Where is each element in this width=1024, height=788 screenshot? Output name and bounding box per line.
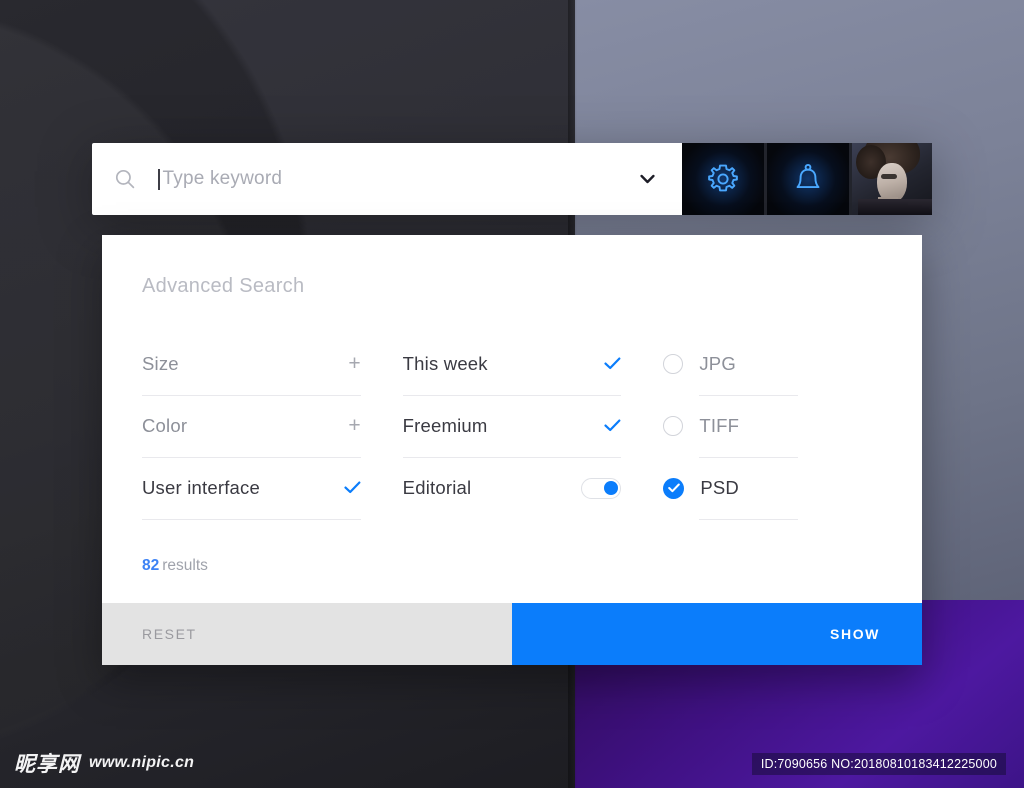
- show-button[interactable]: SHOW: [512, 603, 922, 665]
- filter-label: This week: [402, 352, 488, 374]
- settings-button[interactable]: [682, 143, 764, 215]
- search-icon: [114, 168, 136, 190]
- filter-label: Editorial: [402, 477, 472, 498]
- editorial-toggle[interactable]: [579, 477, 622, 499]
- results-word: results: [162, 557, 208, 574]
- expand-icon[interactable]: +: [327, 353, 360, 374]
- filter-row-freemium[interactable]: Freemium: [402, 396, 622, 458]
- panel-body: Advanced Search Size + Color + User inte…: [102, 235, 922, 603]
- notifications-button[interactable]: [767, 143, 849, 215]
- search-bar: Type keyword: [92, 143, 932, 215]
- screenshot-root: Type keyword Advanced Search Size + Colo…: [0, 0, 1024, 788]
- watermark: 昵享网 www.nipic.cn: [14, 748, 194, 778]
- page-title: Advanced Search: [142, 275, 305, 297]
- radio-icon[interactable]: [663, 416, 684, 436]
- avatar[interactable]: [852, 143, 932, 215]
- filter-label: User interface: [142, 476, 260, 498]
- filter-label: Freemium: [402, 414, 488, 436]
- filter-columns: Size + Color + User interface This week …: [142, 334, 882, 520]
- panel-footer: RESET SHOW: [102, 603, 922, 665]
- filter-row-size[interactable]: Size +: [142, 334, 361, 396]
- checkbox-checked-icon[interactable]: [663, 477, 685, 499]
- filter-label: Color: [142, 414, 188, 436]
- results-count: 82 results: [142, 557, 208, 575]
- id-badge: ID:7090656 NO:20180810183412225000: [751, 753, 1006, 775]
- reset-button[interactable]: RESET: [102, 603, 512, 665]
- filter-row-editorial[interactable]: Editorial: [403, 458, 622, 520]
- radio-icon[interactable]: [663, 354, 684, 374]
- text-cursor: [158, 168, 160, 190]
- watermark-logo: 昵享网: [14, 752, 80, 776]
- filter-label: PSD: [700, 477, 739, 498]
- bell-icon: [796, 163, 820, 189]
- search-placeholder: Type keyword: [162, 168, 283, 189]
- results-number: 82: [142, 557, 160, 574]
- filter-row-tiff[interactable]: TIFF: [663, 396, 882, 458]
- advanced-search-panel: Advanced Search Size + Color + User inte…: [102, 235, 922, 665]
- filter-row-jpg[interactable]: JPG: [663, 334, 882, 396]
- filter-column-formats: JPG TIFF PSD: [663, 334, 882, 520]
- filter-label: TIFF: [699, 415, 740, 436]
- filter-row-psd[interactable]: PSD: [663, 458, 882, 520]
- check-icon[interactable]: [587, 357, 621, 370]
- filter-column-attributes: Size + Color + User interface: [142, 334, 361, 520]
- gear-icon: [708, 164, 738, 192]
- check-icon[interactable]: [327, 481, 361, 494]
- filter-row-user-interface[interactable]: User interface: [142, 458, 361, 520]
- filter-row-color[interactable]: Color +: [142, 396, 361, 458]
- chevron-down-icon[interactable]: [630, 174, 664, 184]
- watermark-url: www.nipic.cn: [89, 754, 195, 771]
- check-icon[interactable]: [587, 419, 621, 432]
- filter-column-filters: This week Freemium Editorial: [402, 334, 622, 520]
- filter-label: Size: [142, 352, 179, 374]
- filter-row-this-week[interactable]: This week: [402, 334, 622, 396]
- search-input[interactable]: Type keyword: [92, 143, 682, 215]
- expand-icon[interactable]: +: [327, 415, 360, 436]
- filter-label: JPG: [699, 353, 736, 374]
